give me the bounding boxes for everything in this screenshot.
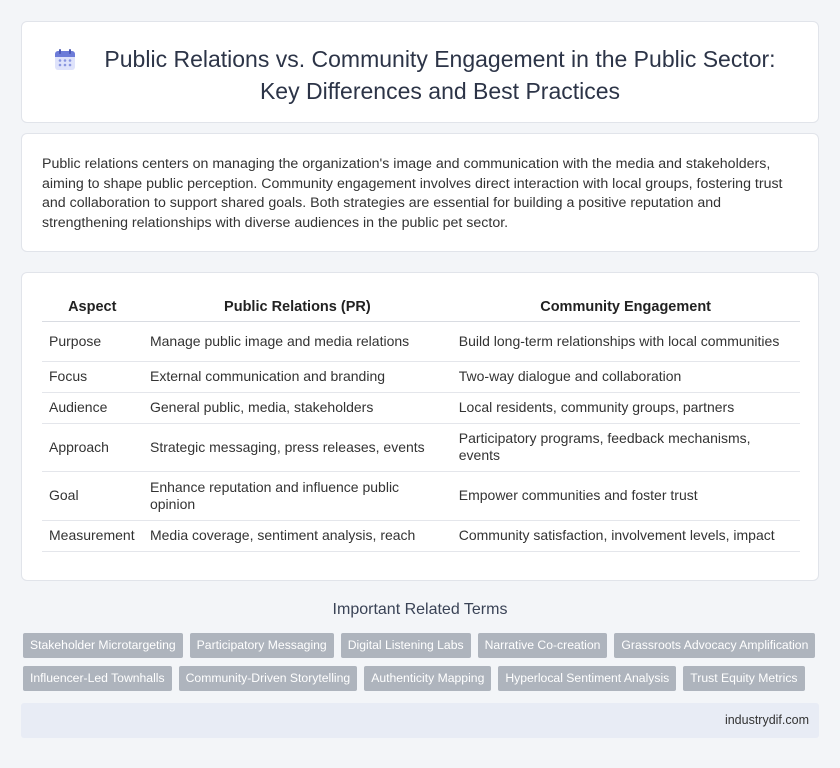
ce-cell: Participatory programs, feedback mechani…: [451, 423, 800, 472]
table-row: Goal Enhance reputation and influence pu…: [42, 471, 800, 521]
table-header-row: Aspect Public Relations (PR) Community E…: [42, 293, 800, 322]
tag-narrative-co-creation[interactable]: Narrative Co-creation: [477, 633, 608, 658]
related-terms-tags: Stakeholder Microtargeting Participatory…: [23, 633, 823, 699]
header-public-relations: Public Relations (PR): [142, 293, 453, 322]
ce-cell: Two-way dialogue and collaboration: [451, 361, 800, 393]
page-title: Public Relations vs. Community Engagemen…: [104, 46, 776, 104]
ce-cell: Local residents, community groups, partn…: [451, 392, 800, 424]
pr-cell: General public, media, stakeholders: [142, 392, 452, 424]
aspect-cell: Audience: [42, 392, 143, 424]
title-card: Public Relations vs. Community Engagemen…: [21, 21, 819, 123]
header-community-engagement: Community Engagement: [451, 293, 800, 322]
tag-community-driven-storytelling[interactable]: Community-Driven Storytelling: [178, 666, 358, 691]
pr-cell: External communication and branding: [142, 361, 452, 393]
table-row: Purpose Manage public image and media re…: [42, 321, 800, 362]
pr-cell: Enhance reputation and influence public …: [142, 471, 452, 521]
tag-authenticity-mapping[interactable]: Authenticity Mapping: [364, 666, 492, 691]
comparison-table: Aspect Public Relations (PR) Community E…: [42, 293, 800, 552]
tag-row: Stakeholder Microtargeting Participatory…: [23, 633, 823, 658]
table-row: Focus External communication and brandin…: [42, 361, 800, 393]
ce-cell: Build long-term relationships with local…: [451, 321, 800, 362]
footer: industrydif.com: [21, 703, 819, 738]
pr-cell: Media coverage, sentiment analysis, reac…: [142, 520, 452, 552]
pr-cell: Manage public image and media relations: [142, 321, 452, 362]
related-terms-heading: Important Related Terms: [332, 601, 508, 618]
ce-cell: Empower communities and foster trust: [451, 471, 800, 521]
tag-influencer-led-townhalls[interactable]: Influencer-Led Townhalls: [23, 666, 172, 691]
table-row: Measurement Media coverage, sentiment an…: [42, 520, 800, 552]
table-row: Audience General public, media, stakehol…: [42, 392, 800, 424]
aspect-cell: Goal: [42, 471, 143, 521]
aspect-cell: Measurement: [42, 520, 143, 552]
tag-stakeholder-microtargeting[interactable]: Stakeholder Microtargeting: [23, 633, 183, 658]
intro-card: Public relations centers on managing the…: [21, 133, 819, 252]
comparison-card: Aspect Public Relations (PR) Community E…: [21, 272, 819, 581]
aspect-cell: Approach: [42, 423, 143, 472]
tag-grassroots-advocacy-amplification[interactable]: Grassroots Advocacy Amplification: [614, 633, 816, 658]
tag-hyperlocal-sentiment-analysis[interactable]: Hyperlocal Sentiment Analysis: [498, 666, 677, 691]
tag-participatory-messaging[interactable]: Participatory Messaging: [189, 633, 334, 658]
aspect-cell: Purpose: [42, 321, 143, 362]
tag-trust-equity-metrics[interactable]: Trust Equity Metrics: [683, 666, 805, 691]
footer-site: industrydif.com: [724, 713, 809, 727]
ce-cell: Community satisfaction, involvement leve…: [451, 520, 800, 552]
aspect-cell: Focus: [42, 361, 143, 393]
tag-digital-listening-labs[interactable]: Digital Listening Labs: [340, 633, 471, 658]
intro-paragraph: Public relations centers on managing the…: [42, 156, 783, 231]
table-row: Approach Strategic messaging, press rele…: [42, 423, 800, 472]
header-aspect: Aspect: [42, 293, 144, 322]
pr-cell: Strategic messaging, press releases, eve…: [142, 423, 452, 472]
tag-row: Influencer-Led Townhalls Community-Drive…: [23, 666, 823, 691]
